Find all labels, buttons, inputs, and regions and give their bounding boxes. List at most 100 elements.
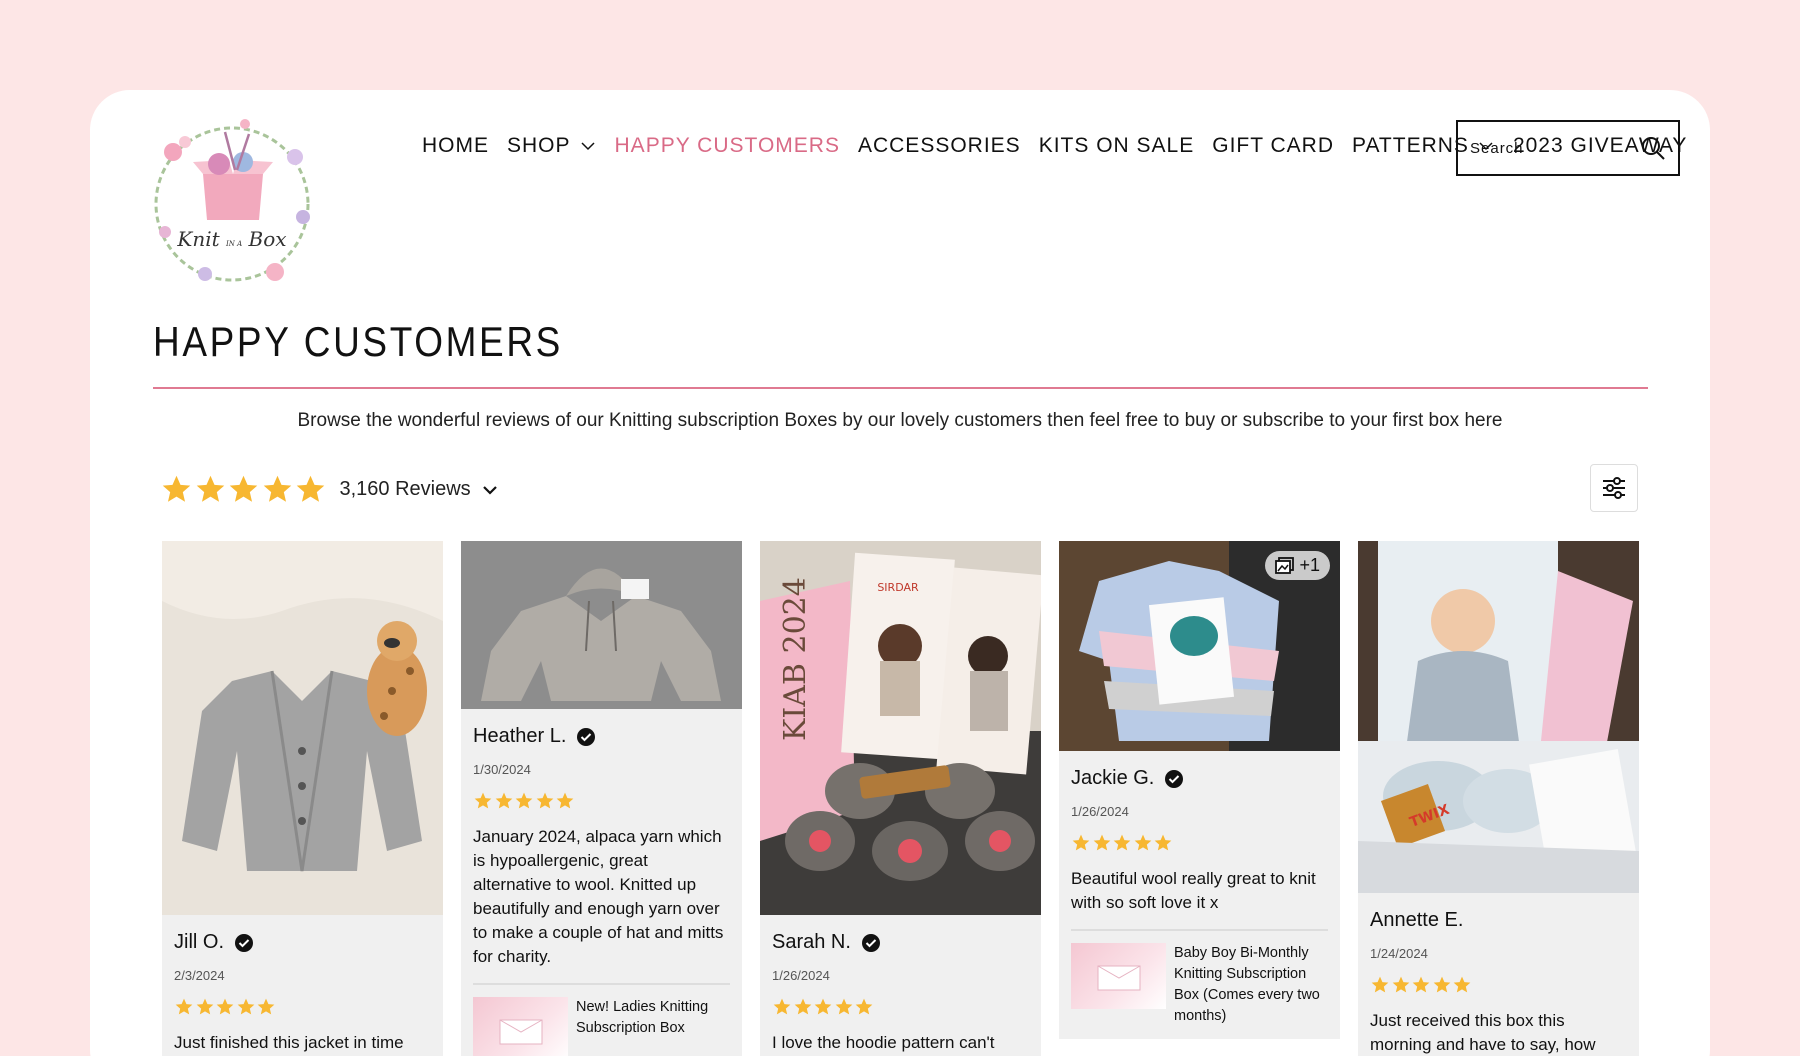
reviewer-name-row: Sarah N. — [772, 931, 1029, 954]
star-icon — [515, 792, 533, 809]
review-photo[interactable]: TWIX — [1358, 541, 1639, 893]
review-summary[interactable]: 3,160 Reviews — [160, 473, 499, 506]
star-icon — [814, 998, 832, 1015]
review-photo[interactable] — [162, 541, 443, 915]
search-input[interactable] — [1470, 139, 1630, 157]
verified-check-icon — [861, 933, 880, 952]
review-body: Jill O. 2/3/2024 Just finished this jack… — [162, 915, 443, 1056]
review-body: Sarah N. 1/26/2024 I love the hoodie pat… — [760, 915, 1041, 1056]
review-card[interactable]: KIAB 2024 SIRDAR Sarah N. 1/26/2024 I lo… — [760, 541, 1041, 1056]
star-icon — [556, 792, 574, 809]
reviewer-name-row: Jackie G. — [1071, 767, 1328, 790]
review-date: 1/26/2024 — [1071, 804, 1129, 819]
more-photos-badge[interactable]: +1 — [1265, 551, 1330, 580]
star-icon — [1072, 834, 1090, 851]
star-icon — [855, 998, 873, 1015]
search-box — [1456, 120, 1680, 176]
average-rating-stars — [160, 473, 328, 506]
star-icon — [296, 475, 325, 502]
review-stars — [174, 997, 431, 1017]
verified-check-icon — [1165, 769, 1184, 788]
review-text: January 2024, alpaca yarn which is hypoa… — [473, 827, 724, 966]
star-icon — [536, 792, 553, 809]
title-divider — [153, 387, 1648, 389]
product-name: New! Ladies Knitting Subscription Box — [576, 999, 709, 1036]
star-icon — [1392, 976, 1409, 993]
verified-check-icon — [577, 727, 596, 746]
brand-logo[interactable]: Knit IN A Box — [145, 112, 320, 292]
nav-happy-customers-label: HAPPY CUSTOMERS — [614, 134, 840, 157]
nav-kits-on-sale-label: KITS ON SALE — [1038, 134, 1195, 157]
star-icon — [162, 475, 191, 502]
review-text: Beautiful wool really great to knit with… — [1071, 869, 1316, 912]
nav-kits-on-sale[interactable]: KITS ON SALE — [1039, 134, 1195, 158]
review-card[interactable]: Heather L. 1/30/2024 January 2024, alpac… — [461, 541, 742, 1056]
search-icon[interactable] — [1640, 135, 1666, 161]
nav-happy-customers[interactable]: HAPPY CUSTOMERS — [615, 134, 840, 158]
review-product[interactable]: Baby Boy Bi-Monthly Knitting Subscriptio… — [1071, 929, 1328, 1027]
star-icon — [1412, 976, 1430, 993]
review-photo[interactable]: KIAB 2024 SIRDAR — [760, 541, 1041, 915]
star-icon — [196, 475, 224, 502]
review-stars — [772, 997, 1029, 1017]
star-icon — [257, 998, 275, 1015]
reviewer-name: Heather L. — [473, 725, 567, 747]
nav-accessories[interactable]: ACCESSORIES — [858, 134, 1021, 158]
svg-text:KIAB 2024: KIAB 2024 — [778, 577, 813, 741]
star-icon — [474, 792, 492, 809]
star-icon — [229, 475, 258, 502]
page-intro: Browse the wonderful reviews of our Knit… — [297, 410, 1503, 431]
review-text: Just finished this jacket in time — [174, 1033, 404, 1052]
reviewer-name: Jackie G. — [1071, 767, 1155, 789]
product-thumbnail — [1071, 943, 1166, 1009]
nav-accessories-label: ACCESSORIES — [857, 134, 1021, 157]
chevron-down-icon — [482, 485, 497, 495]
svg-text:SIRDAR: SIRDAR — [877, 581, 919, 594]
nav-home[interactable]: HOME — [422, 134, 489, 158]
sliders-icon — [1603, 477, 1625, 499]
review-date: 1/24/2024 — [1370, 946, 1428, 961]
star-icon — [835, 998, 852, 1015]
review-text: Just received this box this morning and … — [1370, 1011, 1596, 1054]
nav-shop-label: SHOP — [507, 134, 571, 157]
reviewer-name-row: Jill O. — [174, 931, 431, 954]
star-icon — [175, 998, 193, 1015]
reviewer-name: Annette E. — [1370, 909, 1464, 931]
star-icon — [773, 998, 791, 1015]
star-icon — [495, 792, 512, 809]
review-photo[interactable] — [461, 541, 742, 709]
nav-gift-card-label: GIFT CARD — [1212, 134, 1335, 157]
review-card[interactable]: Jill O. 2/3/2024 Just finished this jack… — [162, 541, 443, 1056]
review-date: 1/26/2024 — [772, 968, 830, 983]
verified-check-icon — [235, 933, 253, 952]
reviewer-name-row: Annette E. — [1370, 909, 1627, 932]
filter-button[interactable] — [1590, 464, 1638, 512]
star-icon — [1433, 976, 1450, 993]
review-stars — [1370, 975, 1627, 995]
review-photo[interactable]: +1 — [1059, 541, 1340, 751]
svg-text:Knit IN A Box: Knit IN A Box — [176, 227, 286, 251]
page-title: HAPPY CUSTOMERS — [153, 318, 563, 365]
star-icon — [196, 998, 213, 1015]
review-card[interactable]: TWIX Annette E. 1/24/2024 Just received … — [1358, 541, 1639, 1056]
product-name: Baby Boy Bi-Monthly Knitting Subscriptio… — [1174, 945, 1320, 1024]
nav-gift-card[interactable]: GIFT CARD — [1212, 134, 1334, 158]
review-product[interactable]: New! Ladies Knitting Subscription Box — [473, 983, 730, 1056]
reviewer-name-row: Heather L. — [473, 725, 730, 748]
star-icon — [794, 998, 811, 1015]
review-count: 3,160 Reviews — [339, 478, 471, 500]
review-card[interactable]: +1 Jackie G. 1/26/2024 Beautiful wool re… — [1059, 541, 1340, 1039]
review-date: 1/30/2024 — [473, 762, 531, 777]
star-icon — [1113, 834, 1131, 851]
review-stars — [473, 791, 730, 811]
star-icon — [1134, 834, 1151, 851]
reviewer-name: Sarah N. — [772, 931, 851, 953]
star-icon — [1371, 976, 1389, 993]
review-date: 2/3/2024 — [174, 968, 225, 983]
star-icon — [1453, 976, 1471, 993]
product-thumbnail — [473, 997, 568, 1056]
review-body: Annette E. 1/24/2024 Just received this … — [1358, 893, 1639, 1056]
reviewer-name: Jill O. — [174, 931, 224, 953]
more-photos-count: +1 — [1299, 555, 1320, 575]
nav-shop[interactable]: SHOP — [507, 134, 597, 158]
